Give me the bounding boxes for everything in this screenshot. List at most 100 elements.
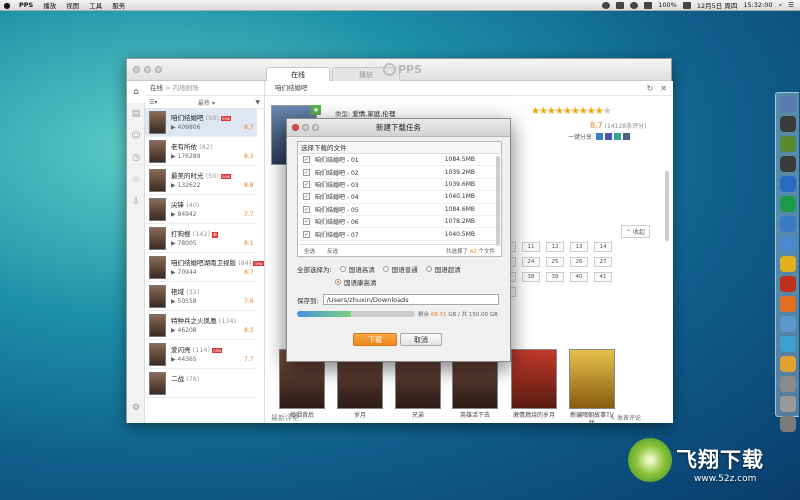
list-item[interactable]: 咱们结婚吧湖南卫视版 (84) new ▶ 70944 8.7: [145, 254, 264, 282]
recommendation-poster[interactable]: [569, 349, 615, 409]
dock-folder-icon[interactable]: [779, 396, 796, 412]
wifi-icon[interactable]: [630, 1, 639, 9]
list-item[interactable]: 二战 (78): [145, 370, 257, 398]
list-item[interactable]: 特种兵之火凤凰 (134) ▶ 46208 8.3: [145, 312, 257, 340]
invert-selection-button[interactable]: 反选: [327, 247, 338, 255]
zoom-window-button[interactable]: [155, 66, 162, 73]
episode-button[interactable]: 26: [570, 257, 588, 267]
detail-scrollbar[interactable]: [665, 171, 669, 241]
file-checkbox[interactable]: ✓: [303, 193, 310, 201]
sort-dropdown[interactable]: 最热 ▾: [198, 98, 215, 107]
status-icon[interactable]: [602, 1, 611, 9]
list-item[interactable]: 尖锋 (40) ▶ 84942 7.7: [145, 196, 257, 224]
recommendation-item[interactable]: 激情燃烧的岁月: [511, 349, 557, 420]
episode-button[interactable]: 13: [570, 242, 588, 252]
save-path-field[interactable]: /Users/zhuxin/Downloads: [322, 294, 499, 305]
list-view-icon[interactable]: ☰▾: [149, 99, 157, 106]
refresh-icon[interactable]: ↻: [647, 84, 654, 93]
dock-qq-icon[interactable]: [779, 276, 796, 292]
favorite-icon[interactable]: ☆: [127, 169, 145, 191]
menu-service[interactable]: 服务: [107, 0, 130, 10]
battery-percent[interactable]: 100%: [658, 1, 677, 9]
file-row[interactable]: ✓ 咱们结婚吧 - 03 1039.6MB: [298, 179, 501, 192]
file-list-scrollbar[interactable]: [496, 156, 500, 246]
dock-display-icon[interactable]: [779, 156, 796, 172]
post-comment-button[interactable]: ✎ 发表评论: [610, 413, 641, 422]
list-item-thumbnail[interactable]: [149, 140, 166, 163]
minimize-window-button[interactable]: [144, 66, 151, 73]
quality-option-2[interactable]: 国语超清: [425, 264, 461, 274]
file-checkbox[interactable]: ✓: [303, 230, 310, 238]
rating-stars[interactable]: ★★★★★★★★★★: [531, 106, 612, 117]
file-checkbox[interactable]: ✓: [303, 168, 310, 176]
dock-app-icon[interactable]: [779, 136, 796, 152]
recommendation-item[interactable]: 新编隋朝故事TV版: [569, 349, 615, 428]
episode-button[interactable]: 11: [522, 242, 540, 252]
list-item[interactable]: 最美的时光 (50) new ▶ 132622 8.8: [145, 167, 257, 195]
filter-icon[interactable]: ▼: [255, 99, 260, 106]
file-row[interactable]: ✓ 咱们结婚吧 - 02 1039.2MB: [298, 166, 501, 179]
history-icon[interactable]: ◷: [127, 147, 145, 169]
dock-trash-icon[interactable]: [779, 416, 796, 432]
menubar-date[interactable]: 12月5日 周四: [697, 0, 737, 10]
download-icon[interactable]: ⇩: [127, 191, 145, 213]
close-detail-icon[interactable]: ✕: [660, 84, 667, 93]
list-item-thumbnail[interactable]: [149, 169, 166, 192]
breadcrumb-root[interactable]: 在线: [150, 84, 163, 92]
episode-button[interactable]: 39: [546, 272, 564, 282]
dialog-minimize-button[interactable]: [302, 124, 309, 131]
quality-option-1[interactable]: 国语普通: [382, 264, 418, 274]
episode-button[interactable]: 27: [594, 257, 612, 267]
episode-button[interactable]: 24: [522, 257, 540, 267]
dock-excel-icon[interactable]: [779, 196, 796, 212]
spotlight-icon[interactable]: ⌕: [779, 1, 783, 10]
notification-icon[interactable]: ☰: [788, 1, 794, 9]
file-row[interactable]: ✓ 咱们结婚吧 - 07 1040.5MB: [298, 228, 501, 241]
list-item[interactable]: 爱闪亮 (114) new ▶ 44365 7.7: [145, 341, 257, 369]
file-checkbox[interactable]: ✓: [303, 218, 310, 226]
file-checkbox[interactable]: ✓: [303, 156, 310, 164]
list-item-thumbnail[interactable]: [149, 198, 166, 221]
file-row[interactable]: ✓ 咱们结婚吧 - 06 1078.2MB: [298, 216, 501, 229]
list-item-thumbnail[interactable]: [149, 227, 166, 250]
episode-button[interactable]: 41: [594, 272, 612, 282]
list-item-thumbnail[interactable]: [149, 314, 166, 337]
list-item-thumbnail[interactable]: [149, 343, 166, 366]
episode-button[interactable]: 40: [570, 272, 588, 282]
list-item-thumbnail[interactable]: [149, 372, 166, 395]
dialog-close-button[interactable]: [292, 124, 299, 131]
dock-document-icon[interactable]: [779, 376, 796, 392]
share-renren-icon[interactable]: [614, 133, 622, 140]
cancel-button[interactable]: 取消: [400, 333, 442, 346]
collapse-button[interactable]: ⌃ 收起: [621, 225, 650, 238]
battery-icon[interactable]: [682, 1, 691, 9]
list-item-thumbnail[interactable]: [149, 256, 166, 279]
menu-play[interactable]: 播放: [38, 0, 61, 10]
dialog-zoom-button[interactable]: [312, 124, 319, 131]
quality-option-0[interactable]: 国语高清: [339, 264, 375, 274]
file-row[interactable]: ✓ 咱们结婚吧 - 04 1040.1MB: [298, 191, 501, 204]
list-item[interactable]: 咱们结婚吧 (50) new ▶ 409806 8.7: [145, 109, 257, 137]
file-checkbox[interactable]: ✓: [303, 205, 310, 213]
menubar-time[interactable]: 15:32:00: [743, 1, 772, 9]
home-icon[interactable]: ⌂: [127, 81, 145, 103]
share-qq-icon[interactable]: [605, 133, 613, 140]
recommendation-poster[interactable]: [511, 349, 557, 409]
file-row[interactable]: ✓ 咱们结婚吧 - 01 1084.5MB: [298, 154, 501, 167]
breadcrumb-sub[interactable]: 内地剧场: [173, 84, 199, 92]
episode-button[interactable]: 25: [546, 257, 564, 267]
dock-finder-icon[interactable]: [779, 96, 796, 112]
channel-icon[interactable]: ▤: [127, 103, 145, 125]
quality-option-3[interactable]: 国语康高清: [335, 277, 377, 287]
list-item-thumbnail[interactable]: [149, 111, 166, 134]
dock-chrome-icon[interactable]: [779, 316, 796, 332]
apple-icon[interactable]: ●: [0, 1, 14, 10]
list-item[interactable]: 艳域 (32) ▶ 50558 7.6: [145, 283, 257, 311]
file-row[interactable]: ✓ 咱们结婚吧 - 05 1084.6MB: [298, 204, 501, 216]
list-item[interactable]: 打狗棍 (142) 新 ▶ 78005 8.1: [145, 225, 257, 253]
menu-tools[interactable]: 工具: [84, 0, 107, 10]
share-kaixin-icon[interactable]: [623, 133, 631, 140]
user-icon[interactable]: ☺: [127, 125, 145, 147]
bluetooth-icon[interactable]: [616, 1, 625, 9]
dock-browser-icon[interactable]: [779, 176, 796, 192]
